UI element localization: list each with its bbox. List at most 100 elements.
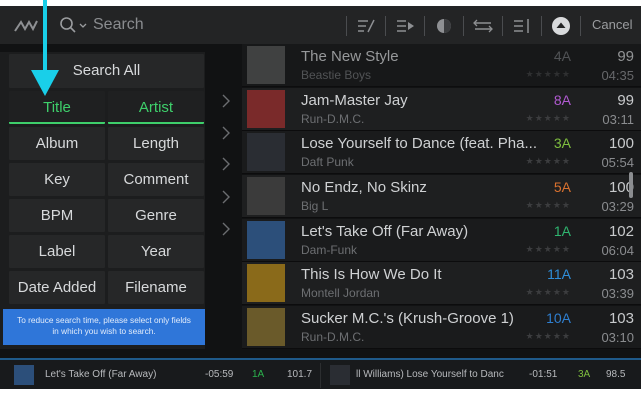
- chevron-right-icon: [222, 222, 230, 236]
- toolbar-divider: [385, 16, 386, 36]
- track-bpm: 103: [608, 310, 634, 327]
- deck-left-bpm: 101.7: [287, 369, 313, 380]
- track-bpm: 99: [617, 92, 634, 109]
- track-length: 05:54: [601, 155, 634, 170]
- deck-left-time: -05:59: [205, 369, 234, 380]
- chevron-right-icon: [222, 157, 230, 171]
- track-rating[interactable]: ★★★★★: [526, 244, 571, 255]
- search-field-key[interactable]: Key: [9, 163, 105, 196]
- search-field-comment[interactable]: Comment: [108, 163, 204, 196]
- track-row[interactable]: The New Style Beastie Boys 4A ★★★★★ 99 04:35: [242, 44, 641, 87]
- track-row[interactable]: Lose Yourself to Dance (feat. Pha... Daft…: [242, 131, 641, 174]
- track-key: 8A: [553, 92, 571, 108]
- screen: Cancel The New Style Beastie Boys 4A ★★★★★ 9…: [0, 0, 641, 395]
- search-field-length[interactable]: Length: [108, 127, 204, 160]
- track-rating[interactable]: ★★★★★: [526, 200, 571, 211]
- deck-right-artwork: [330, 365, 350, 385]
- search-input[interactable]: [93, 14, 293, 36]
- list-sort-icon[interactable]: [511, 15, 533, 37]
- track-row[interactable]: No Endz, No Skinz Big L 5A ★★★★★ 100 03:29: [242, 175, 641, 218]
- track-title: No Endz, No Skinz: [301, 179, 427, 196]
- deck-right-key: 3A: [578, 369, 591, 380]
- album-art: [247, 177, 285, 215]
- edit-tags-icon[interactable]: [355, 15, 377, 37]
- track-length: 03:39: [601, 286, 634, 301]
- track-title: Lose Yourself to Dance (feat. Pha...: [301, 135, 537, 152]
- track-artist: Run-D.M.C.: [301, 112, 365, 126]
- track-length: 03:11: [602, 112, 634, 127]
- search-field-year[interactable]: Year: [108, 235, 204, 268]
- album-art: [247, 221, 285, 259]
- cancel-button[interactable]: Cancel: [592, 17, 632, 32]
- track-rating[interactable]: ★★★★★: [526, 331, 571, 342]
- search-field-date-added[interactable]: Date Added: [9, 271, 105, 304]
- deck-divider: [320, 363, 321, 388]
- album-art: [247, 133, 285, 171]
- toolbar-divider: [463, 16, 464, 36]
- callout-arrow-head-icon: [31, 70, 59, 96]
- eject-icon[interactable]: [550, 15, 572, 37]
- deck-left-title: Let's Take Off (Far Away): [45, 369, 157, 380]
- prepare-list-icon[interactable]: [394, 15, 416, 37]
- track-row[interactable]: Sucker M.C.'s (Krush-Groove 1) Run-D.M.C.…: [242, 306, 641, 349]
- deck-left-artwork: [14, 365, 34, 385]
- track-artist: Montell Jordan: [301, 286, 380, 300]
- search-field-album[interactable]: Album: [9, 127, 105, 160]
- color-filter-icon[interactable]: [433, 15, 455, 37]
- toolbar-divider: [424, 16, 425, 36]
- callout-arrow-shaft: [43, 0, 47, 72]
- search-tip-line: To reduce search time, please select onl…: [17, 315, 191, 325]
- track-bpm: 100: [608, 135, 634, 152]
- track-length: 04:35: [601, 68, 634, 83]
- album-art: [247, 264, 285, 302]
- album-art: [247, 90, 285, 128]
- track-artist: Big L: [301, 199, 329, 213]
- toolbar-divider: [580, 16, 581, 36]
- track-key: 5A: [553, 179, 571, 195]
- deck-right-bpm: 98.5: [606, 369, 626, 380]
- search-field-bpm[interactable]: BPM: [9, 199, 105, 232]
- search-icon[interactable]: [59, 16, 77, 34]
- track-row[interactable]: Let's Take Off (Far Away) Dam-Funk 1A ★★★★★…: [242, 219, 641, 262]
- serato-logo-icon: [14, 19, 38, 32]
- track-artist: Dam-Funk: [301, 243, 358, 257]
- track-artist: Run-D.M.C.: [301, 330, 365, 344]
- track-key: 1A: [553, 223, 571, 239]
- track-title: Jam-Master Jay: [301, 92, 408, 109]
- track-key: 3A: [553, 135, 571, 151]
- track-key: 4A: [553, 48, 571, 64]
- track-key: 11A: [547, 266, 571, 282]
- bottom-border: [0, 389, 641, 395]
- deck-right-time: -01:51: [529, 369, 558, 380]
- track-length: 03:10: [601, 330, 634, 345]
- track-bpm: 103: [608, 266, 634, 283]
- search-tip: To reduce search time, please select onl…: [3, 309, 205, 345]
- track-rating[interactable]: ★★★★★: [526, 156, 571, 167]
- track-artist: Beastie Boys: [301, 68, 372, 82]
- track-rating[interactable]: ★★★★★: [526, 287, 571, 298]
- scrollbar[interactable]: [629, 172, 633, 198]
- search-field-genre[interactable]: Genre: [108, 199, 204, 232]
- album-art: [247, 46, 285, 84]
- track-length: 06:04: [601, 243, 634, 258]
- track-rating[interactable]: ★★★★★: [526, 69, 571, 80]
- chevron-right-icon: [222, 94, 230, 108]
- deck-left-key: 1A: [252, 369, 265, 380]
- toolbar-divider: [541, 16, 542, 36]
- search-field-filename[interactable]: Filename: [108, 271, 204, 304]
- track-bpm: 102: [608, 223, 634, 240]
- track-key: 10A: [546, 310, 571, 326]
- search-field-label[interactable]: Label: [9, 235, 105, 268]
- deck-status-bar: Let's Take Off (Far Away) -05:59 1A 101.…: [0, 358, 641, 389]
- album-art: [247, 308, 285, 346]
- deck-right-title: ll Williams) Lose Yourself to Danc: [356, 369, 504, 380]
- search-field-artist[interactable]: Artist: [108, 91, 204, 124]
- search-options-chevron-down-icon[interactable]: [79, 23, 87, 29]
- track-row[interactable]: Jam-Master Jay Run-D.M.C. 8A ★★★★★ 99 03:11: [242, 88, 641, 131]
- sort-options-icon[interactable]: [472, 15, 494, 37]
- track-title: The New Style: [301, 48, 399, 65]
- track-rating[interactable]: ★★★★★: [526, 113, 571, 124]
- track-row[interactable]: This Is How We Do It Montell Jordan 11A ★★★…: [242, 262, 641, 305]
- chevron-right-icon: [222, 126, 230, 140]
- track-title: Sucker M.C.'s (Krush-Groove 1): [301, 310, 514, 327]
